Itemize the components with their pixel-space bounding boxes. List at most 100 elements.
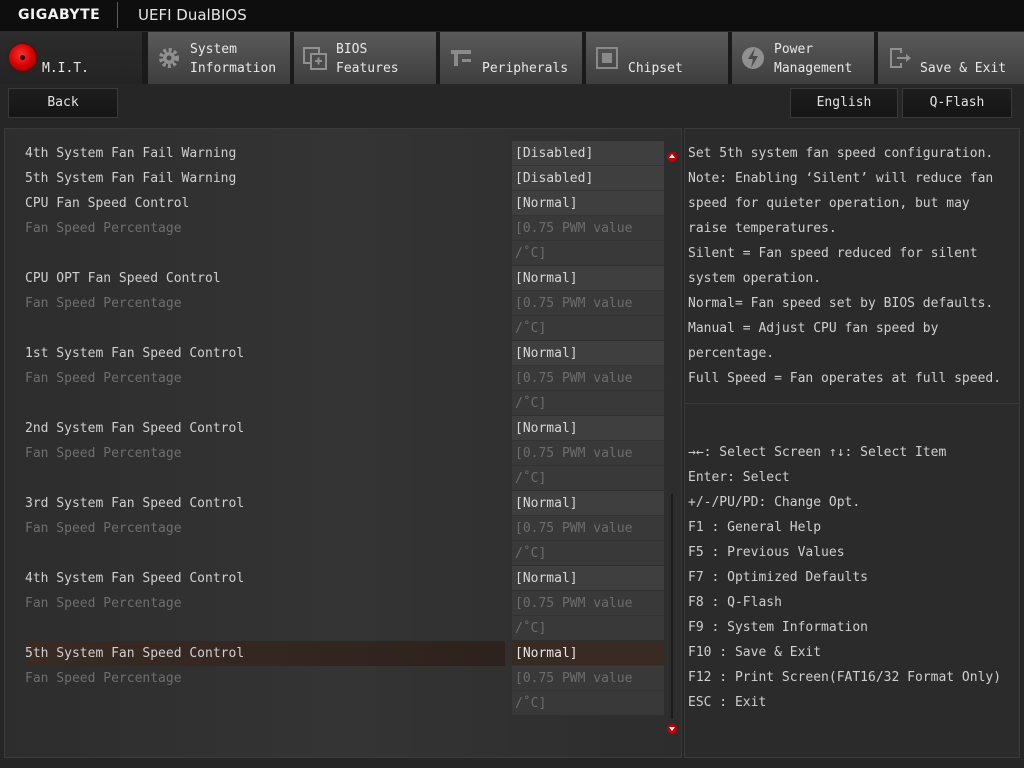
setting-value-continuation: /˚C] — [512, 316, 664, 341]
action-bar: Back English Q-Flash — [0, 84, 1024, 122]
setting-row[interactable]: 2nd System Fan Speed Control [Normal] — [5, 416, 683, 441]
setting-label: Fan Speed Percentage — [25, 296, 182, 311]
setting-row: Fan Speed Percentage [0.75 PWM value — [5, 666, 683, 691]
setting-row-continuation: /˚C] — [5, 541, 683, 566]
scroll-up-arrow-icon[interactable] — [667, 152, 677, 162]
setting-label: 5th System Fan Fail Warning — [25, 171, 237, 186]
tab-save-label: Save & Exit — [920, 61, 1007, 76]
setting-label: Fan Speed Percentage — [25, 596, 182, 611]
back-button[interactable]: Back — [8, 88, 118, 118]
key-help-line: F7 : Optimized Defaults — [688, 570, 869, 585]
chipset-icon — [596, 47, 618, 69]
help-text-line: Silent = Fan speed reduced for silent — [688, 246, 978, 261]
setting-value[interactable]: [Normal] — [512, 641, 664, 666]
setting-row-continuation: /˚C] — [5, 691, 683, 716]
setting-value[interactable]: [Normal] — [512, 416, 664, 441]
help-text-line: Normal= Fan speed set by BIOS defaults. — [688, 296, 994, 311]
setting-row[interactable]: CPU OPT Fan Speed Control [Normal] — [5, 266, 683, 291]
setting-value: [0.75 PWM value — [512, 441, 664, 466]
gear-icon — [159, 48, 179, 68]
help-text-line: Full Speed = Fan operates at full speed. — [688, 371, 1002, 386]
key-help-line: Enter: Select — [688, 470, 790, 485]
setting-row: Fan Speed Percentage [0.75 PWM value — [5, 591, 683, 616]
setting-value: [0.75 PWM value — [512, 291, 664, 316]
peripherals-icon — [451, 50, 471, 66]
setting-label: 1st System Fan Speed Control — [25, 346, 245, 361]
tab-save-exit[interactable]: Save & Exit — [878, 32, 1024, 84]
setting-row-continuation: /˚C] — [5, 616, 683, 641]
key-help-line: F1 : General Help — [688, 520, 822, 535]
setting-row: Fan Speed Percentage [0.75 PWM value — [5, 291, 683, 316]
setting-value[interactable]: [Normal] — [512, 491, 664, 516]
setting-label: CPU OPT Fan Speed Control — [25, 271, 221, 286]
setting-label: Fan Speed Percentage — [25, 521, 182, 536]
help-text-line: speed for quieter operation, but may — [688, 196, 970, 211]
setting-row-continuation: /˚C] — [5, 241, 683, 266]
title-bar: GIGABYTE UEFI DualBIOS — [0, 0, 1024, 32]
setting-value-continuation: /˚C] — [512, 391, 664, 416]
setting-row-continuation: /˚C] — [5, 316, 683, 341]
setting-row: Fan Speed Percentage [0.75 PWM value — [5, 441, 683, 466]
tab-mit[interactable]: M.I.T. — [0, 32, 144, 84]
tab-power-label-2: Management — [774, 61, 853, 76]
setting-value[interactable]: [Normal] — [512, 341, 664, 366]
power-icon — [742, 47, 764, 69]
setting-value[interactable]: [Disabled] — [512, 141, 664, 166]
setting-row[interactable]: 4th System Fan Speed Control [Normal] — [5, 566, 683, 591]
key-help-line: F12 : Print Screen(FAT16/32 Format Only) — [688, 670, 1002, 685]
setting-row[interactable]: 5th System Fan Fail Warning [Disabled] — [5, 166, 683, 191]
tab-bios-label-2: Features — [336, 61, 399, 76]
language-button[interactable]: English — [790, 88, 898, 118]
title-divider — [117, 2, 118, 28]
setting-row: Fan Speed Percentage [0.75 PWM value — [5, 366, 683, 391]
setting-row[interactable]: 5th System Fan Speed Control [Normal] — [5, 641, 683, 666]
setting-value[interactable]: [Normal] — [512, 566, 664, 591]
key-help-line: ESC : Exit — [688, 695, 767, 710]
setting-label: CPU Fan Speed Control — [25, 196, 190, 211]
setting-value: [0.75 PWM value — [512, 516, 664, 541]
key-help-line: →←: Select Screen ↑↓: Select Item — [688, 445, 947, 460]
setting-value[interactable]: [Normal] — [512, 266, 664, 291]
setting-value[interactable]: [Normal] — [512, 191, 664, 216]
product-name: UEFI DualBIOS — [138, 6, 247, 24]
setting-label: 4th System Fan Speed Control — [25, 571, 245, 586]
setting-label: 3rd System Fan Speed Control — [25, 496, 245, 511]
help-text-line: Manual = Adjust CPU fan speed by — [688, 321, 939, 336]
setting-label: Fan Speed Percentage — [25, 671, 182, 686]
tab-system-label-1: System — [190, 42, 237, 57]
key-help-line: F5 : Previous Values — [688, 545, 845, 560]
setting-row[interactable]: 3rd System Fan Speed Control [Normal] — [5, 491, 683, 516]
tab-chipset-label: Chipset — [628, 61, 683, 76]
setting-row[interactable]: 4th System Fan Fail Warning [Disabled] — [5, 141, 683, 166]
setting-value: [0.75 PWM value — [512, 666, 664, 691]
help-text-line: Note: Enabling ‘Silent’ will reduce fan — [688, 171, 994, 186]
tab-power-management[interactable]: Power Management — [732, 32, 876, 84]
setting-row: Fan Speed Percentage [0.75 PWM value — [5, 516, 683, 541]
tab-system-information[interactable]: System Information — [148, 32, 292, 84]
brand-logo: GIGABYTE — [18, 7, 101, 23]
key-help-line: +/-/PU/PD: Change Opt. — [688, 495, 861, 510]
setting-label: 4th System Fan Fail Warning — [25, 146, 237, 161]
qflash-button[interactable]: Q-Flash — [902, 88, 1012, 118]
setting-row[interactable]: CPU Fan Speed Control [Normal] — [5, 191, 683, 216]
mit-red-dot-icon — [9, 44, 36, 71]
main-tab-bar: M.I.T. System Information BIOS Features … — [0, 32, 1024, 84]
setting-value-continuation: /˚C] — [512, 541, 664, 566]
bios-chip-icon — [303, 47, 327, 70]
scroll-down-arrow-icon[interactable] — [667, 724, 677, 734]
tab-power-label-1: Power — [774, 42, 814, 57]
tab-peripherals[interactable]: Peripherals — [440, 32, 584, 84]
setting-value-continuation: /˚C] — [512, 466, 664, 491]
setting-row-continuation: /˚C] — [5, 466, 683, 491]
setting-value-continuation: /˚C] — [512, 241, 664, 266]
setting-value: [0.75 PWM value — [512, 216, 664, 241]
scrollbar-thumb[interactable] — [671, 494, 673, 719]
tab-mit-label: M.I.T. — [42, 61, 89, 76]
setting-value-continuation: /˚C] — [512, 691, 664, 716]
setting-label: Fan Speed Percentage — [25, 446, 182, 461]
setting-row: Fan Speed Percentage [0.75 PWM value — [5, 216, 683, 241]
tab-bios-features[interactable]: BIOS Features — [294, 32, 438, 84]
setting-row[interactable]: 1st System Fan Speed Control [Normal] — [5, 341, 683, 366]
setting-value[interactable]: [Disabled] — [512, 166, 664, 191]
tab-chipset[interactable]: Chipset — [586, 32, 730, 84]
